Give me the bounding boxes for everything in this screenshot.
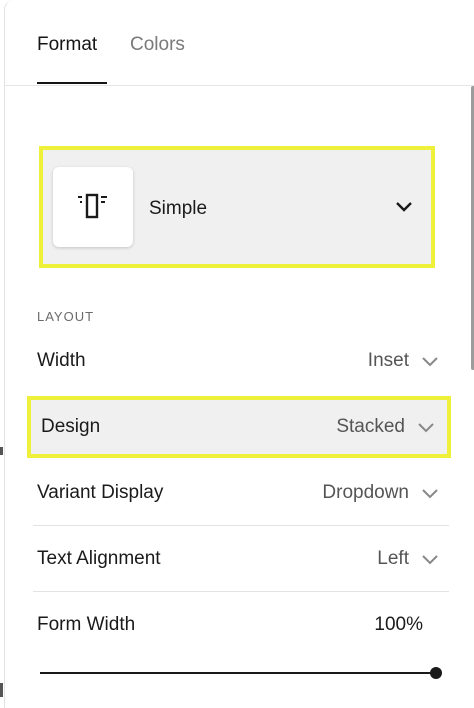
layout-row-width[interactable]: Width Inset (37, 328, 447, 394)
chevron-down-icon (418, 423, 434, 433)
tab-format[interactable]: Format (37, 34, 97, 56)
chevron-down-icon (396, 202, 412, 212)
layout-row-design[interactable]: Design Stacked (27, 396, 451, 458)
row-divider (33, 591, 449, 592)
form-width-slider-track[interactable] (40, 672, 437, 674)
format-thumbnail (53, 167, 133, 247)
row-value: Stacked (336, 416, 405, 437)
tabs-divider (5, 85, 474, 86)
form-width-slider-thumb[interactable] (430, 667, 442, 679)
layout-row-text-alignment[interactable]: Text Alignment Left (37, 526, 447, 592)
row-label: Variant Display (37, 482, 164, 503)
chevron-down-icon (422, 357, 438, 367)
format-panel: Format Colors Simple LAYOUT Width Inset … (4, 0, 474, 708)
chevron-down-icon (422, 555, 438, 565)
row-label: Text Alignment (37, 548, 161, 569)
stacked-layout-icon (78, 193, 107, 219)
section-title-layout: LAYOUT (37, 309, 95, 324)
row-value: Left (377, 548, 409, 569)
form-width-value: 100% (374, 614, 423, 635)
row-value: Dropdown (322, 482, 409, 503)
format-selected-label: Simple (149, 198, 208, 219)
row-label: Design (41, 416, 101, 437)
layout-row-variant-display[interactable]: Variant Display Dropdown (37, 460, 447, 526)
row-label: Width (37, 350, 86, 371)
form-width-label: Form Width (37, 614, 136, 635)
tab-colors[interactable]: Colors (130, 34, 185, 56)
chevron-down-icon (422, 489, 438, 499)
edge-mark (0, 683, 3, 697)
format-dropdown[interactable]: Simple (39, 146, 435, 268)
edge-mark (0, 447, 3, 455)
active-tab-underline (37, 82, 107, 84)
row-value: Inset (367, 350, 409, 371)
